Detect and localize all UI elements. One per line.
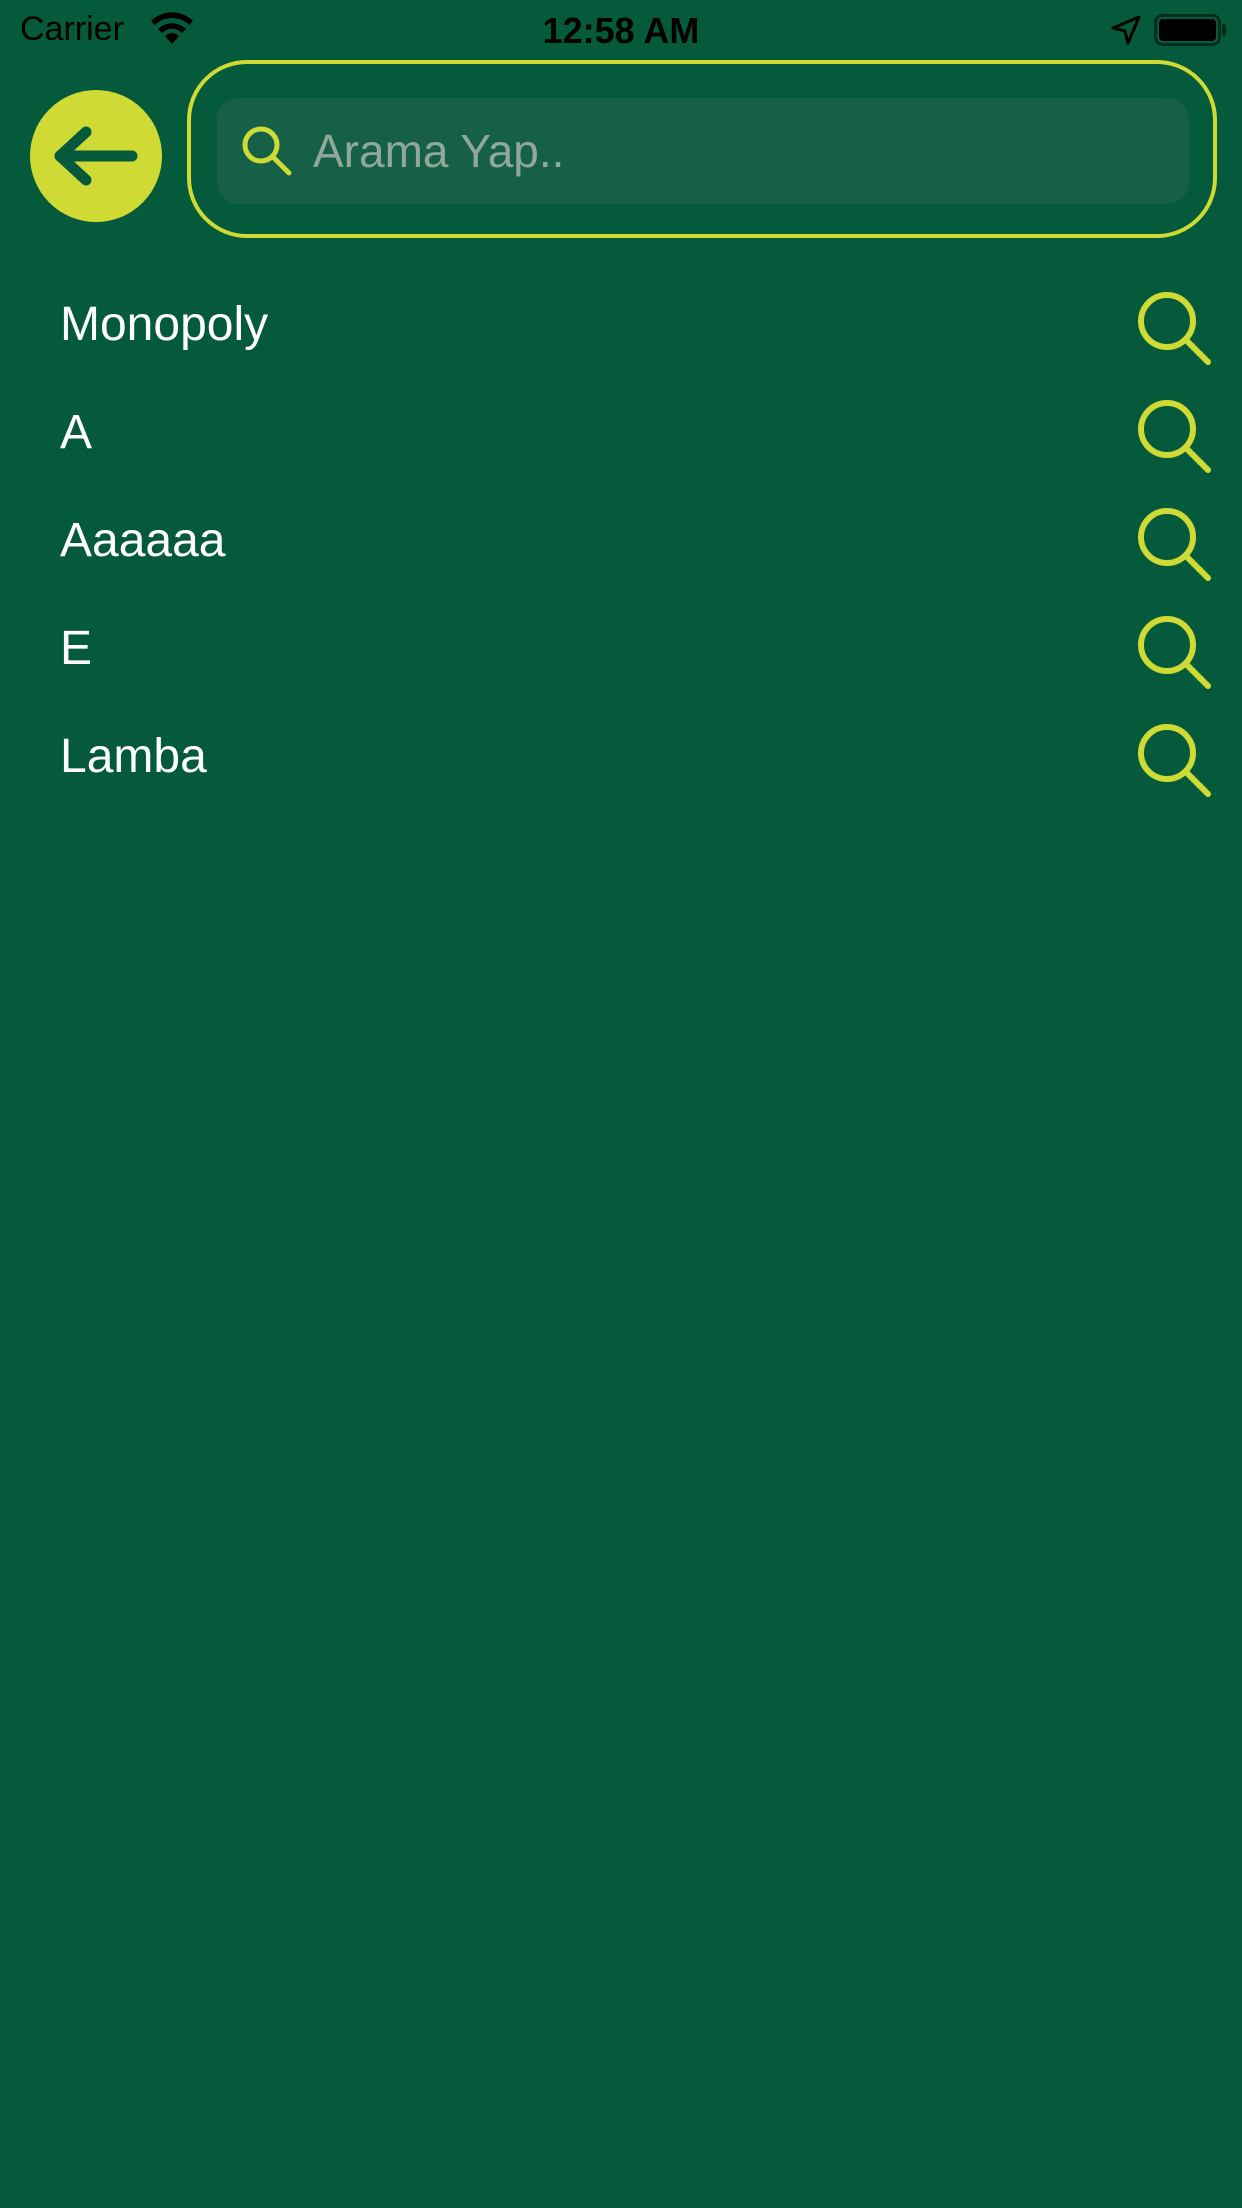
list-item[interactable]: Lamba: [0, 707, 1242, 815]
search-icon[interactable]: [1135, 721, 1213, 799]
list-item[interactable]: E: [0, 599, 1242, 707]
search-icon[interactable]: [1135, 505, 1213, 583]
location-arrow-icon: [1111, 15, 1141, 45]
arrow-left-icon: [54, 126, 138, 186]
status-time: 12:58 AM: [542, 10, 700, 51]
search-icon[interactable]: [1135, 613, 1213, 691]
list-item-label: Aaaaaa: [60, 514, 226, 567]
search-icon[interactable]: [1135, 289, 1213, 367]
list-item-label: Lamba: [60, 730, 207, 783]
list-item-label: A: [60, 406, 93, 459]
search-bar: [187, 60, 1217, 238]
list-item[interactable]: Aaaaaa: [0, 491, 1242, 599]
search-icon[interactable]: [1135, 397, 1213, 475]
search-screen: Carrier 12:58 AM Arama Yap.. Monopoly A …: [0, 0, 1242, 2208]
list-item-label: Monopoly: [60, 298, 269, 351]
list-item-label: E: [60, 622, 93, 675]
list-item[interactable]: A: [0, 383, 1242, 491]
search-field[interactable]: [217, 98, 1189, 204]
status-bar: Carrier 12:58 AM: [0, 0, 1242, 60]
search-input[interactable]: [311, 123, 1189, 179]
results-list: Monopoly A Aaaaaa E Lamba: [0, 275, 1242, 815]
battery-icon: [1154, 14, 1226, 46]
back-button[interactable]: [30, 90, 162, 222]
list-item[interactable]: Monopoly: [0, 275, 1242, 383]
search-icon: [242, 126, 292, 176]
